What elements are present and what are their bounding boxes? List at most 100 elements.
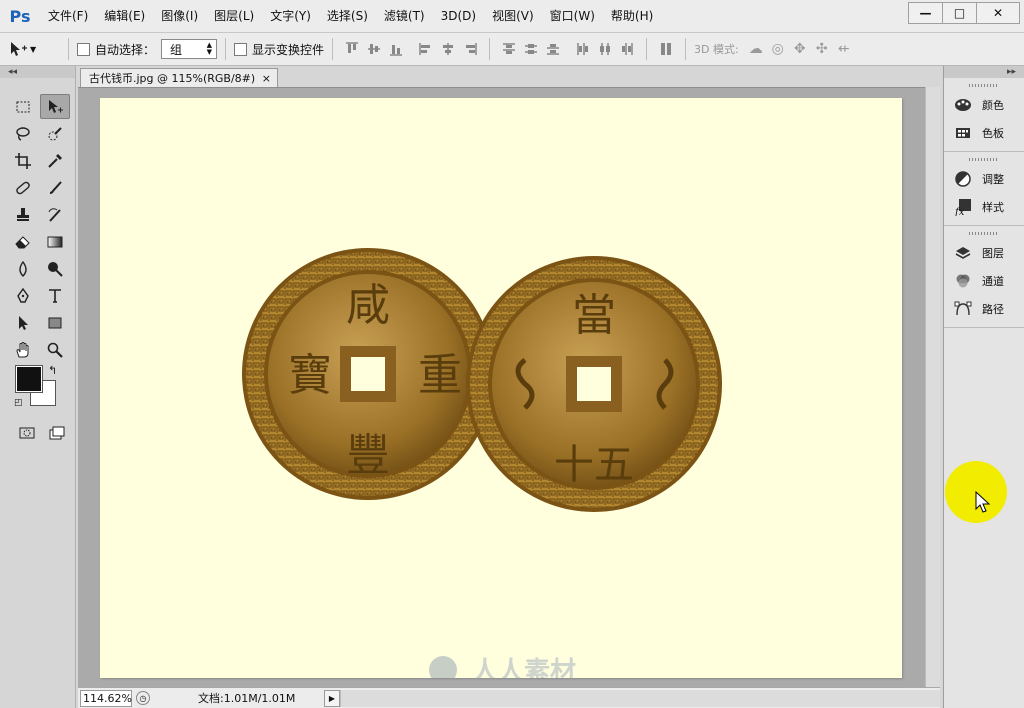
align-right-edges-icon[interactable]: [459, 38, 481, 60]
horizontal-scrollbar[interactable]: [340, 689, 940, 707]
align-bottom-edges-icon[interactable]: [385, 38, 407, 60]
menu-item-layer[interactable]: 图层(L): [206, 0, 262, 32]
show-transform-checkbox[interactable]: [234, 42, 248, 56]
panel-label: 样式: [982, 201, 1004, 214]
align-vertical-centers-icon[interactable]: [363, 38, 385, 60]
3d-slide-icon[interactable]: ✣: [811, 38, 833, 60]
menu-item-view[interactable]: 视图(V): [484, 0, 542, 32]
panel-label: 色板: [982, 127, 1004, 140]
tool-preset-picker[interactable]: ▼: [8, 40, 60, 58]
eraser-tool-icon[interactable]: [8, 229, 38, 254]
zoom-tool-icon[interactable]: [40, 337, 70, 362]
3d-roll-icon[interactable]: ◎: [767, 38, 789, 60]
auto-select-dropdown[interactable]: 组 ▲ ▼: [161, 39, 218, 59]
move-tool-icon[interactable]: [40, 94, 70, 119]
distribute-top-icon[interactable]: [498, 38, 520, 60]
3d-scale-icon[interactable]: ⇷: [833, 38, 855, 60]
panel-item-paths[interactable]: 路径: [944, 295, 1024, 323]
panel-item-adjustments[interactable]: 调整: [944, 165, 1024, 193]
3d-pan-icon[interactable]: ✥: [789, 38, 811, 60]
marquee-tool-icon[interactable]: [8, 94, 38, 119]
status-menu-arrow[interactable]: ▶: [324, 689, 340, 707]
clone-stamp-tool-icon[interactable]: [8, 202, 38, 227]
dodge-tool-icon[interactable]: [40, 256, 70, 281]
collapse-toolbar-icon[interactable]: ◂◂: [0, 66, 75, 78]
document-canvas[interactable]: 咸 豐 寶 重 當 十五 人人素材: [100, 98, 902, 678]
menu-item-edit[interactable]: 编辑(E): [96, 0, 153, 32]
watermark: 人人素材: [429, 656, 576, 678]
menu-item-window[interactable]: 窗口(W): [542, 0, 603, 32]
watermark-text: 人人素材: [472, 657, 576, 678]
window-controls: — □ ✕: [908, 2, 1020, 24]
canvas-area: 咸 豐 寶 重 當 十五 人人素材: [78, 87, 940, 687]
panel-label: 图层: [982, 247, 1004, 260]
menu-item-file[interactable]: 文件(F): [40, 0, 96, 32]
healing-brush-tool-icon[interactable]: [8, 175, 38, 200]
quick-mask-icon[interactable]: [12, 420, 42, 445]
distribute-left-icon[interactable]: [572, 38, 594, 60]
panel-item-swatches[interactable]: 色板: [944, 119, 1024, 147]
history-brush-tool-icon[interactable]: [40, 202, 70, 227]
distribute-right-icon[interactable]: [616, 38, 638, 60]
align-horizontal-centers-icon[interactable]: [437, 38, 459, 60]
brush-tool-icon[interactable]: [40, 175, 70, 200]
tools-panel: ◂◂ ↰ ◰: [0, 66, 76, 708]
minimize-button[interactable]: —: [909, 3, 943, 23]
status-info-icon[interactable]: ◷: [136, 691, 150, 705]
close-tab-icon[interactable]: ×: [262, 72, 271, 85]
panel-grip[interactable]: [969, 84, 999, 87]
gradient-tool-icon[interactable]: [40, 229, 70, 254]
panel-item-color[interactable]: 颜色: [944, 91, 1024, 119]
close-button[interactable]: ✕: [977, 3, 1019, 23]
foreground-color-swatch[interactable]: [15, 365, 43, 393]
maximize-button[interactable]: □: [943, 3, 977, 23]
default-colors-icon[interactable]: ◰: [14, 398, 23, 408]
auto-select-checkbox[interactable]: [77, 42, 90, 56]
distribute-hcenter-icon[interactable]: [594, 38, 616, 60]
color-swatches: ↰ ◰: [14, 364, 64, 414]
distribute-vcenter-icon[interactable]: [520, 38, 542, 60]
document-tab[interactable]: 古代钱币.jpg @ 115%(RGB/8#) ×: [80, 68, 278, 87]
menu-bar: Ps 文件(F) 编辑(E) 图像(I) 图层(L) 文字(Y) 选择(S) 滤…: [0, 0, 1024, 32]
coin-right-bottom-char: 十五: [554, 442, 634, 488]
pen-tool-icon[interactable]: [8, 283, 38, 308]
menu-item-type[interactable]: 文字(Y): [262, 0, 319, 32]
distribute-bottom-icon[interactable]: [542, 38, 564, 60]
align-top-edges-icon[interactable]: [341, 38, 363, 60]
collapse-panels-icon[interactable]: ▸▸: [944, 66, 1024, 78]
swap-colors-icon[interactable]: ↰: [48, 364, 57, 377]
quick-selection-tool-icon[interactable]: [40, 121, 70, 146]
rectangle-tool-icon[interactable]: [40, 310, 70, 335]
coin-right: 當 十五: [466, 256, 722, 512]
3d-mode-label: 3D 模式:: [694, 43, 739, 56]
blur-tool-icon[interactable]: [8, 256, 38, 281]
3d-rotate-icon[interactable]: ☁: [745, 38, 767, 60]
crop-tool-icon[interactable]: [8, 148, 38, 173]
panel-item-channels[interactable]: 通道: [944, 267, 1024, 295]
type-tool-icon[interactable]: [40, 283, 70, 308]
panel-item-styles[interactable]: fx 样式: [944, 193, 1024, 221]
vertical-scrollbar[interactable]: [925, 87, 940, 687]
menu-item-image[interactable]: 图像(I): [153, 0, 206, 32]
paths-icon: [954, 301, 972, 316]
panel-label: 路径: [982, 303, 1004, 316]
panel-grip[interactable]: [969, 158, 999, 161]
menu-item-help[interactable]: 帮助(H): [603, 0, 661, 32]
menu-item-3d[interactable]: 3D(D): [433, 0, 484, 32]
zoom-level-field[interactable]: 114.62%: [80, 689, 132, 707]
panel-label: 通道: [982, 275, 1004, 288]
layers-icon: [955, 247, 971, 259]
auto-align-layers-icon[interactable]: [655, 38, 677, 60]
path-selection-tool-icon[interactable]: [8, 310, 38, 335]
menu-item-select[interactable]: 选择(S): [319, 0, 376, 32]
menu-item-filter[interactable]: 滤镜(T): [376, 0, 433, 32]
hand-tool-icon[interactable]: [8, 337, 38, 362]
eyedropper-tool-icon[interactable]: [40, 148, 70, 173]
mouse-cursor-icon: [975, 491, 991, 513]
panel-item-layers[interactable]: 图层: [944, 239, 1024, 267]
align-left-edges-icon[interactable]: [415, 38, 437, 60]
screen-mode-icon[interactable]: [42, 420, 72, 445]
coin-artwork: 咸 豐 寶 重 當 十五 人人素材: [242, 248, 722, 678]
lasso-tool-icon[interactable]: [8, 121, 38, 146]
panel-grip[interactable]: [969, 232, 999, 235]
